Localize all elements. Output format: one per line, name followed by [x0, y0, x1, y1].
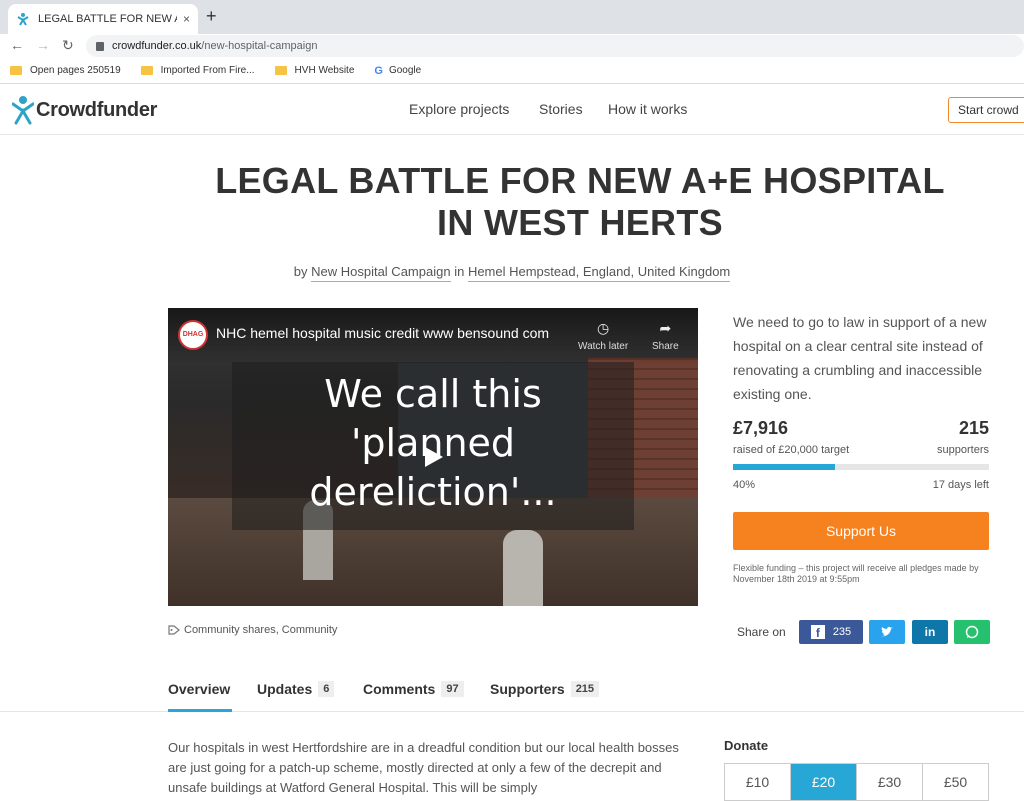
project-tabs: Overview Updates 6 Comments 97 Supporter…	[0, 665, 1024, 712]
facebook-icon: f	[810, 625, 825, 640]
url-domain: crowdfunder.co.uk	[112, 40, 202, 52]
donate-heading: Donate	[724, 738, 769, 753]
donate-amount-30[interactable]: £30	[857, 764, 923, 800]
linkedin-share-button[interactable]: in	[912, 620, 948, 644]
whatsapp-icon	[965, 625, 979, 639]
lock-icon	[96, 41, 104, 51]
supporters-label: supporters	[937, 444, 989, 456]
tag-icon	[168, 625, 180, 635]
start-crowdfunder-button[interactable]: Start crowd	[948, 97, 1024, 123]
channel-avatar[interactable]: DHAG	[178, 320, 208, 350]
watch-later-button[interactable]: ◷ Watch later	[578, 320, 628, 352]
percent-funded: 40%	[733, 479, 756, 491]
project-story: Our hospitals in west Hertfordshire are …	[168, 740, 679, 795]
nav-how-it-works[interactable]: How it works	[608, 101, 687, 117]
project-title-line-1: LEGAL BATTLE FOR NEW A+E HOSPITAL	[215, 160, 945, 201]
folder-icon	[140, 66, 153, 75]
project-byline: by New Hospital Campaign in Hemel Hempst…	[0, 264, 1024, 282]
tab-comments[interactable]: Comments 97	[363, 681, 464, 697]
project-title-line-2: IN WEST HERTS	[437, 202, 723, 243]
share-arrow-icon: ➦	[659, 320, 672, 336]
updates-count-badge: 6	[318, 681, 335, 697]
tab-updates[interactable]: Updates 6	[257, 681, 335, 697]
play-icon[interactable]	[423, 445, 445, 469]
crowdfunder-favicon-icon	[17, 13, 29, 26]
browser-tab-title: LEGAL BATTLE FOR NEW A+E HO	[38, 13, 177, 25]
crowdfunder-logo-icon	[12, 96, 34, 125]
tab-supporters[interactable]: Supporters 215	[490, 681, 600, 697]
supporters-count: 215	[958, 418, 989, 438]
donate-amount-10[interactable]: £10	[725, 764, 791, 800]
share-video-button[interactable]: ➦ Share	[652, 320, 679, 352]
address-bar: ← → ↻ crowdfunder.co.uk/new-hospital-cam…	[0, 34, 1024, 58]
support-us-button[interactable]: Support Us	[733, 512, 989, 550]
nav-explore-projects[interactable]: Explore projects	[409, 101, 509, 117]
active-tab-indicator	[168, 709, 232, 712]
bookmark-imported[interactable]: Imported From Fire...	[140, 65, 255, 76]
facebook-share-button[interactable]: f 235	[799, 620, 863, 644]
browser-tab[interactable]: LEGAL BATTLE FOR NEW A+E HO ×	[8, 4, 198, 34]
clock-icon: ◷	[596, 320, 610, 336]
linkedin-icon: in	[924, 625, 936, 639]
bookmark-open-pages[interactable]: Open pages 250519	[10, 65, 121, 76]
amount-raised: £7,916	[733, 418, 789, 438]
funding-progress-bar	[733, 464, 989, 470]
flexible-funding-note: Flexible funding – this project will rec…	[733, 563, 979, 584]
forward-arrow-icon[interactable]: →	[36, 37, 50, 53]
days-left: 17 days left	[932, 479, 989, 491]
folder-icon	[274, 66, 287, 75]
folder-icon	[10, 66, 22, 75]
donate-amounts: £10 £20 £30 £50	[724, 763, 989, 801]
twitter-icon	[881, 626, 893, 637]
whatsapp-share-button[interactable]	[954, 620, 990, 644]
video-player[interactable]: We call this 'planned dereliction'... DH…	[168, 308, 698, 606]
supporters-count-badge: 215	[570, 681, 600, 697]
video-caption: We call this 'planned dereliction'...	[309, 372, 557, 514]
logo-text: Crowdfunder	[36, 98, 158, 121]
donate-amount-20[interactable]: £20	[791, 764, 857, 800]
video-title[interactable]: NHC hemel hospital music credit www bens…	[216, 325, 549, 341]
funding-progress-fill	[733, 464, 836, 470]
twitter-share-button[interactable]	[869, 620, 905, 644]
location-link[interactable]: Hemel Hempstead, England, United Kingdom	[467, 264, 731, 282]
google-icon: G	[374, 64, 383, 77]
browser-tab-bar: LEGAL BATTLE FOR NEW A+E HO × +	[0, 0, 1024, 34]
project-title: LEGAL BATTLE FOR NEW A+E HOSPITAL IN WES…	[150, 160, 1010, 244]
donate-amount-50[interactable]: £50	[923, 764, 988, 800]
bookmark-hvh-website[interactable]: HVH Website	[274, 65, 354, 76]
facebook-share-count: 235	[832, 626, 852, 638]
new-tab-button[interactable]: +	[206, 6, 217, 27]
url-path: /new-hospital-campaign	[201, 40, 318, 52]
share-label: Share on	[737, 625, 786, 639]
project-blurb: We need to go to law in support of a new…	[733, 314, 987, 402]
comments-count-badge: 97	[441, 681, 464, 697]
crowdfunder-logo[interactable]: Crowdfunder	[12, 95, 157, 125]
target-text: raised of £20,000 target	[733, 444, 850, 456]
creator-link[interactable]: New Hospital Campaign	[311, 264, 451, 282]
site-header: Crowdfunder Explore projects Stories How…	[0, 85, 1024, 135]
reload-icon[interactable]: ↻	[62, 37, 74, 54]
tags-text[interactable]: Community shares, Community	[184, 624, 337, 636]
url-field[interactable]: crowdfunder.co.uk/new-hospital-campaign	[86, 35, 1024, 57]
project-tags: Community shares, Community	[168, 624, 337, 636]
nav-stories[interactable]: Stories	[539, 101, 583, 117]
bookmarks-bar: Open pages 250519 Imported From Fire... …	[0, 58, 1024, 84]
close-tab-icon[interactable]: ×	[183, 12, 190, 26]
back-arrow-icon[interactable]: ←	[10, 37, 24, 53]
tab-overview[interactable]: Overview	[168, 681, 230, 697]
bookmark-google[interactable]: G Google	[374, 65, 421, 77]
